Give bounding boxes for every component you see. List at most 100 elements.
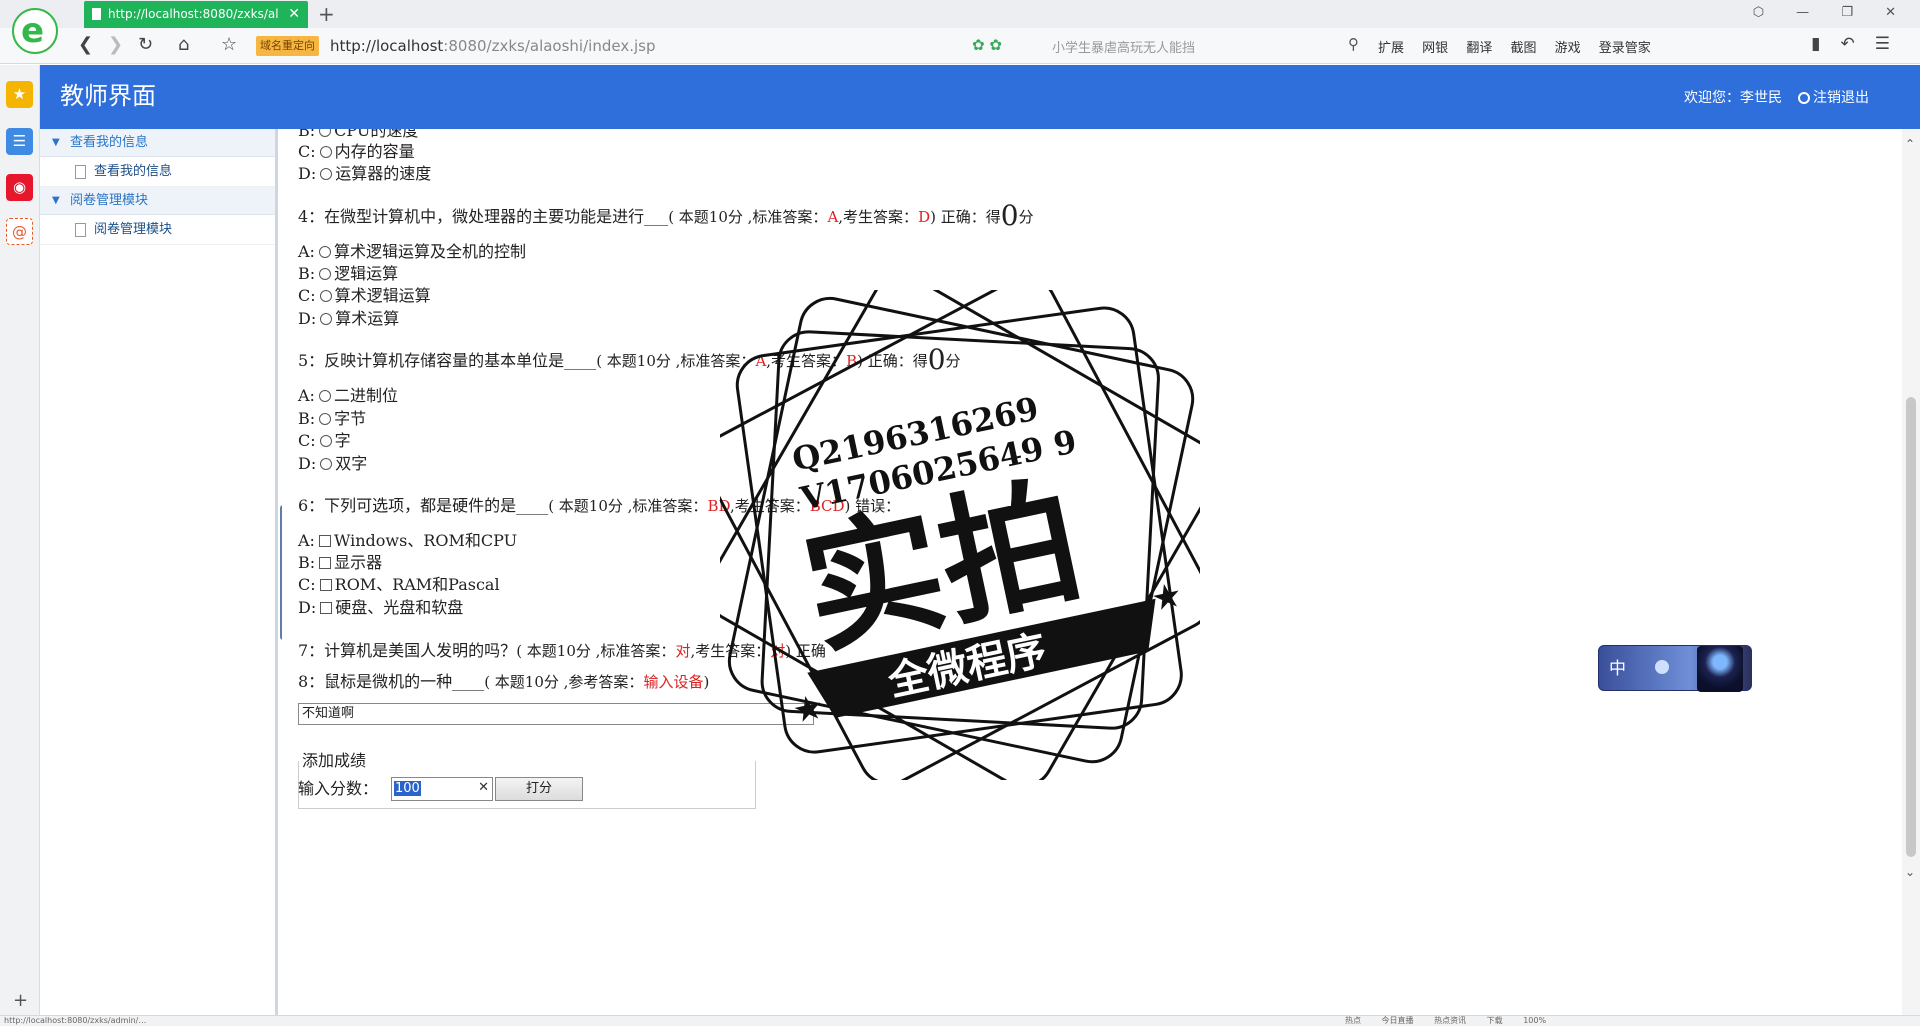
q6-option-c: C: ROM、RAM和Pascal: [298, 575, 500, 594]
menu-group-label: 阅卷管理模块: [70, 193, 149, 208]
ime-toolbar[interactable]: 中: [1598, 645, 1752, 692]
menu-item-view-my-info[interactable]: 查看我的信息: [40, 157, 275, 187]
redirect-badge[interactable]: 域名重定向: [256, 36, 319, 56]
extension-item[interactable]: 翻译: [1466, 41, 1492, 56]
checkbox[interactable]: [319, 579, 332, 591]
q5-option-d: D: 双字: [298, 454, 368, 473]
submit-score-button[interactable]: 打分: [495, 777, 583, 801]
q6-option-b: B: 显示器: [298, 553, 383, 572]
browser-sidebar: ★ ☰ ◉ @ +: [0, 65, 40, 1015]
url-input[interactable]: http://localhost:8080/zxks/alaoshi/index…: [330, 36, 655, 56]
q4-option-c: C: 算术逻辑运算: [298, 286, 431, 305]
search-icon[interactable]: ⚲: [1348, 35, 1359, 53]
logout-button[interactable]: 注销退出: [1798, 87, 1869, 107]
window-controls[interactable]: ⬡ — ❐ ✕: [1753, 5, 1910, 20]
q3-option-b: B: CPU的速度: [298, 129, 418, 141]
score-label: 输入分数：: [298, 779, 379, 798]
browser-tab-active[interactable]: http://localhost:8080/zxks/ala ✕: [84, 1, 308, 28]
status-item[interactable]: 今日直播: [1382, 1016, 1414, 1025]
ime-mode-label: 中: [1609, 659, 1626, 679]
q4-option-a: A: 算术逻辑运算及全机的控制: [298, 242, 526, 261]
page-title: 教师界面: [60, 82, 156, 110]
document-icon: [75, 223, 86, 237]
q4-option-d: D: 算术运算: [298, 309, 400, 328]
browser-logo-icon[interactable]: e: [12, 8, 58, 54]
document-icon: [75, 165, 86, 179]
q8-student-answer-field[interactable]: 不知道啊: [298, 703, 814, 725]
radio-button[interactable]: [319, 268, 332, 280]
browser-address-bar: ❮ ❯ ↻ ⌂ ☆ 域名重定向 http://localhost:8080/zx…: [0, 28, 1920, 64]
home-icon[interactable]: ⌂: [178, 34, 189, 56]
radio-button[interactable]: [319, 435, 332, 447]
question-7: 7：计算机是美国人发明的吗？( 本题10分 ,标准答案：对,考生答案：对) 正确: [298, 641, 826, 660]
question-8: 8：鼠标是微机的一种____( 本题10分 ,参考答案：输入设备): [298, 672, 710, 691]
new-tab-button[interactable]: +: [318, 1, 335, 27]
q6-option-d: D: 硬盘、光盘和软盘: [298, 598, 464, 617]
menu-item-label: 查看我的信息: [94, 164, 173, 179]
radio-button[interactable]: [318, 246, 331, 258]
browser-status-bar: http://localhost:8080/zxks/admin/… 热点 今日…: [0, 1015, 1920, 1026]
add-sidebar-icon[interactable]: +: [13, 990, 28, 1011]
forward-icon[interactable]: ❯: [108, 34, 123, 56]
q3-option-c: C: 内存的容量: [298, 142, 415, 161]
checkbox[interactable]: [318, 535, 331, 547]
status-item[interactable]: 100%: [1523, 1016, 1546, 1025]
menu-group-label: 查看我的信息: [70, 135, 149, 150]
toolbar-right-icons[interactable]: ▮↶☰: [1811, 34, 1910, 54]
clear-input-icon[interactable]: ✕: [478, 780, 489, 795]
bookmark-star-icon[interactable]: ☆: [221, 34, 237, 56]
menu-group-grading[interactable]: ▼ 阅卷管理模块: [40, 187, 275, 215]
search-suggestion[interactable]: 小学生暴虐高玩无人能挡: [1052, 37, 1195, 56]
radio-button[interactable]: [320, 168, 333, 180]
extension-item[interactable]: 截图: [1510, 41, 1536, 56]
radio-button[interactable]: [319, 413, 332, 425]
q5-option-c: C: 字: [298, 431, 351, 450]
extension-item[interactable]: 登录管家: [1599, 41, 1651, 56]
chevron-down-icon[interactable]: ⌄: [1905, 865, 1915, 879]
status-item[interactable]: 热点: [1345, 1016, 1361, 1025]
extension-item[interactable]: 网银: [1422, 41, 1448, 56]
question-5: 5：反映计算机存储容量的基本单位是____( 本题10分 ,标准答案：A,考生答…: [298, 343, 961, 376]
mail-icon[interactable]: @: [6, 218, 33, 245]
vertical-scrollbar[interactable]: ⌃ ⌄: [1902, 129, 1920, 1015]
extension-menu: 扩展 网银 翻译 截图 游戏 登录管家: [1378, 37, 1665, 56]
favorites-star-icon[interactable]: ★: [6, 81, 33, 108]
checkbox[interactable]: [319, 557, 332, 569]
radio-button[interactable]: [320, 313, 333, 325]
extension-item[interactable]: 扩展: [1378, 41, 1404, 56]
status-url: http://localhost:8080/zxks/admin/…: [4, 1016, 147, 1025]
tab-close-icon[interactable]: ✕: [288, 1, 300, 28]
moon-icon: [1655, 660, 1669, 674]
checkbox[interactable]: [320, 602, 333, 614]
reading-list-icon[interactable]: ☰: [6, 128, 33, 155]
scrollbar-thumb[interactable]: [1906, 397, 1916, 857]
score-value: 100: [394, 781, 421, 796]
browser-tab-strip: http://localhost:8080/zxks/ala ✕ + ⬡ — ❐…: [0, 0, 1920, 28]
extension-item[interactable]: 游戏: [1555, 41, 1581, 56]
radio-button[interactable]: [319, 129, 332, 137]
menu-item-grading[interactable]: 阅卷管理模块: [40, 215, 275, 245]
back-icon[interactable]: ❮: [78, 34, 93, 56]
status-item[interactable]: 热点资讯: [1434, 1016, 1466, 1025]
app-sidebar-menu: ▼ 查看我的信息 查看我的信息 ▼ 阅卷管理模块 阅卷管理模块: [40, 129, 278, 1015]
radio-button[interactable]: [319, 146, 332, 158]
question-4: 4：在微型计算机中，微处理器的主要功能是进行___( 本题10分 ,标准答案：A…: [298, 199, 1034, 232]
q5-option-a: A: 二进制位: [298, 386, 398, 405]
refresh-icon[interactable]: ↻: [138, 34, 153, 56]
q5-option-b: B: 字节: [298, 409, 367, 428]
q4-option-b: B: 逻辑运算: [298, 264, 399, 283]
triangle-down-icon: ▼: [52, 137, 60, 148]
score-input[interactable]: 100 ✕: [391, 777, 493, 801]
speed-mode-icon[interactable]: ✿ ✿: [972, 36, 1002, 54]
menu-group-my-info[interactable]: ▼ 查看我的信息: [40, 129, 275, 157]
tab-title: http://localhost:8080/zxks/ala: [108, 7, 278, 21]
radio-button[interactable]: [318, 390, 331, 402]
status-item[interactable]: 下载: [1487, 1016, 1503, 1025]
radio-button[interactable]: [320, 458, 333, 470]
weibo-icon[interactable]: ◉: [6, 174, 33, 201]
radio-button[interactable]: [319, 290, 332, 302]
chevron-up-icon[interactable]: ⌃: [1905, 137, 1915, 151]
tab-document-icon: [92, 8, 101, 20]
logout-label: 注销退出: [1813, 90, 1869, 106]
app-header: 教师界面 欢迎您：李世民 注销退出: [40, 65, 1920, 129]
